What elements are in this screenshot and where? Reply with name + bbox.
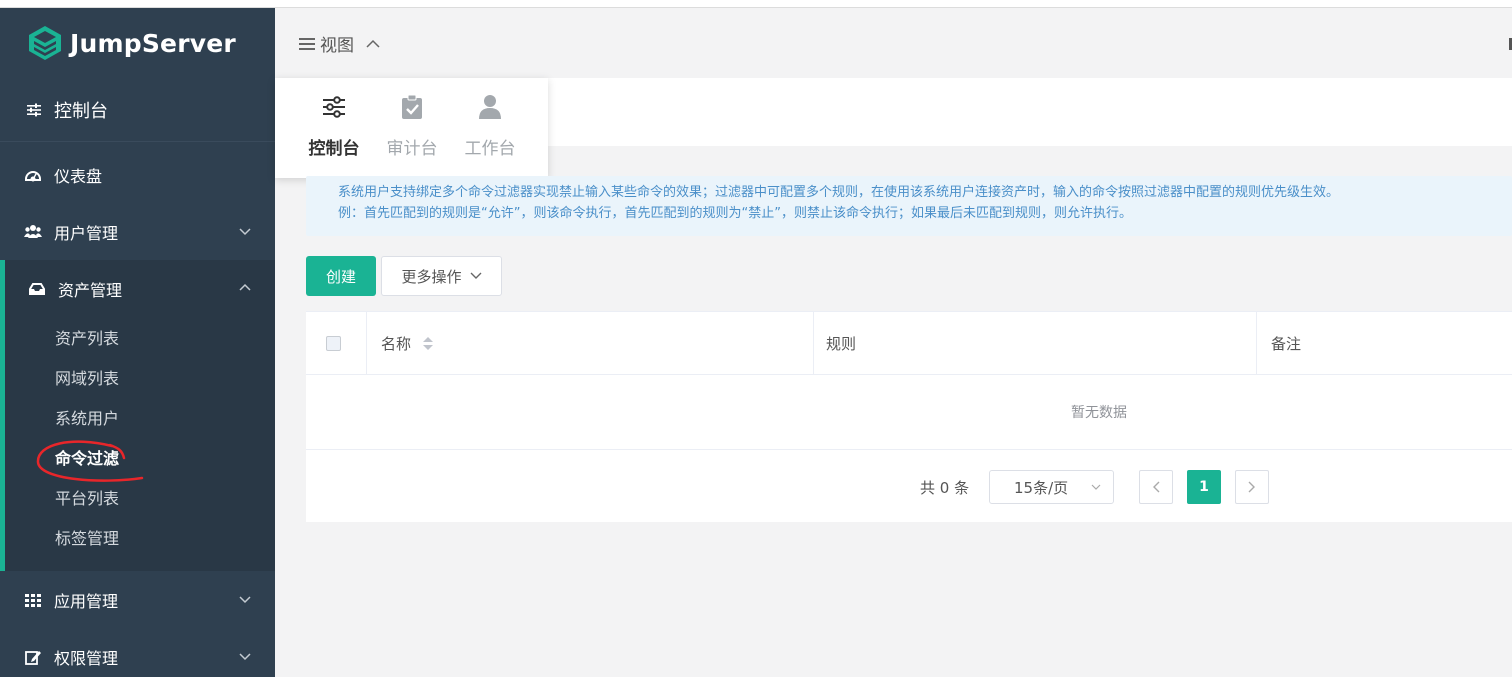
chevron-down-icon xyxy=(1091,484,1101,490)
select-all-checkbox[interactable] xyxy=(326,335,341,351)
chevron-up-icon xyxy=(366,39,380,48)
chevron-left-icon xyxy=(1153,481,1160,493)
sidebar-console-header[interactable]: 控制台 xyxy=(0,78,275,142)
edit-icon xyxy=(24,648,42,666)
command-filter-table: 名称 规则 备注 暂无数据 共 0 条 15条/页 1 xyxy=(306,311,1512,522)
table-header: 名称 规则 备注 xyxy=(306,311,1512,375)
sidebar-sub-label-manage[interactable]: 标签管理 xyxy=(5,517,275,557)
dashboard-icon xyxy=(24,166,42,184)
inbox-icon xyxy=(28,280,46,298)
pagination: 共 0 条 15条/页 1 xyxy=(306,450,1512,522)
total-count: 共 0 条 xyxy=(920,479,970,497)
clipboard-check-icon xyxy=(402,94,422,119)
column-header-name[interactable]: 名称 xyxy=(367,312,814,374)
sidebar-sub-asset-list[interactable]: 资产列表 xyxy=(5,317,275,357)
sidebar-item-users[interactable]: 用户管理 xyxy=(0,203,275,260)
sidebar-sub-command-filter[interactable]: 命令过滤 xyxy=(5,437,275,477)
prev-page-button[interactable] xyxy=(1139,470,1173,504)
empty-text: 暂无数据 xyxy=(306,375,1512,450)
logo[interactable]: JumpServer xyxy=(0,8,275,78)
sidebar-group-assets: 资产管理 资产列表 网域列表 系统用户 命令过滤 平台列表 标签管理 xyxy=(0,260,275,571)
page-number-current[interactable]: 1 xyxy=(1187,470,1221,504)
more-actions-button[interactable]: 更多操作 xyxy=(381,256,502,296)
column-header-rule: 规则 xyxy=(814,312,1257,374)
view-dropdown: 控制台 审计台 工作台 xyxy=(275,78,548,178)
view-option-workbench[interactable]: 工作台 xyxy=(451,94,529,178)
sidebar-sub-system-user[interactable]: 系统用户 xyxy=(5,397,275,437)
chevron-down-icon xyxy=(239,228,251,236)
chevron-down-icon xyxy=(239,596,251,604)
create-button[interactable]: 创建 xyxy=(306,256,376,296)
header-checkbox-cell xyxy=(306,312,367,374)
top-header: 视图 xyxy=(275,8,1512,78)
users-icon xyxy=(24,223,42,241)
next-page-button[interactable] xyxy=(1235,470,1269,504)
sort-icon[interactable] xyxy=(423,336,434,350)
sliders-icon xyxy=(27,103,41,116)
user-icon xyxy=(479,95,501,119)
browser-top-edge xyxy=(0,0,1512,8)
sidebar-item-applications[interactable]: 应用管理 xyxy=(0,571,275,628)
view-option-audit[interactable]: 审计台 xyxy=(373,94,451,178)
chevron-right-icon xyxy=(1248,481,1255,493)
sidebar-sub-domain-list[interactable]: 网域列表 xyxy=(5,357,275,397)
hamburger-icon xyxy=(299,37,315,50)
sidebar-sub-platform-list[interactable]: 平台列表 xyxy=(5,477,275,517)
view-switch-button[interactable]: 视图 xyxy=(299,31,380,56)
view-label: 视图 xyxy=(320,36,354,56)
column-header-comment: 备注 xyxy=(1271,334,1302,353)
console-label: 控制台 xyxy=(54,100,108,122)
jumpserver-logo-icon xyxy=(29,26,61,60)
chevron-up-icon xyxy=(239,283,251,291)
app-name: JumpServer xyxy=(70,28,236,58)
grid-icon xyxy=(24,591,42,609)
sliders-icon xyxy=(323,96,345,118)
view-option-console[interactable]: 控制台 xyxy=(295,94,373,178)
sidebar: JumpServer 控制台 仪表盘 用户管理 资产管理 资产列表 网域列表 系… xyxy=(0,8,275,677)
sidebar-item-assets[interactable]: 资产管理 xyxy=(5,260,275,317)
sidebar-item-dashboard[interactable]: 仪表盘 xyxy=(0,146,275,203)
alert-line-2: 例：首先匹配到的规则是“允许”，则该命令执行，首先匹配到的规则为“禁止”，则禁止… xyxy=(338,206,1132,221)
chevron-down-icon xyxy=(239,653,251,661)
alert-line-1: 系统用户支持绑定多个命令过滤器实现禁止输入某些命令的效果；过滤器中可配置多个规则… xyxy=(338,185,1340,200)
page-size-select[interactable]: 15条/页 xyxy=(989,470,1114,504)
chevron-down-icon xyxy=(470,272,481,279)
info-alert: 系统用户支持绑定多个命令过滤器实现禁止输入某些命令的效果；过滤器中可配置多个规则… xyxy=(306,176,1512,236)
sidebar-item-permissions[interactable]: 权限管理 xyxy=(0,628,275,677)
